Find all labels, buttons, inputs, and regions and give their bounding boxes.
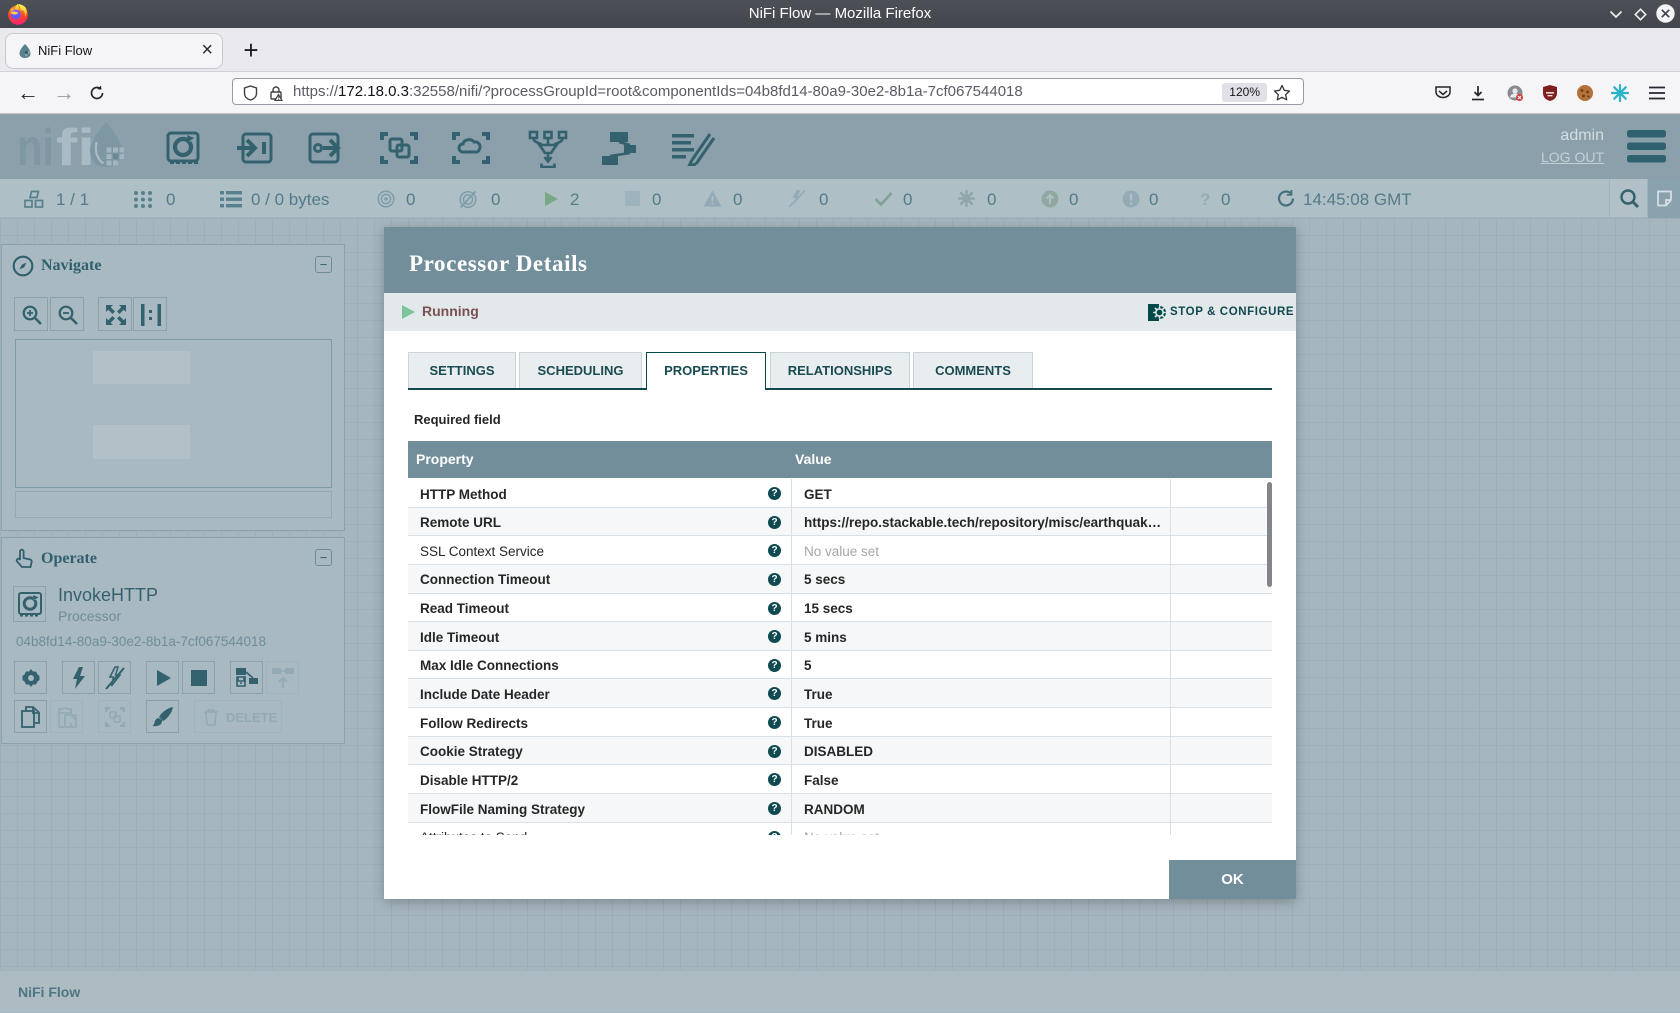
svg-text:ni: ni (17, 120, 54, 176)
